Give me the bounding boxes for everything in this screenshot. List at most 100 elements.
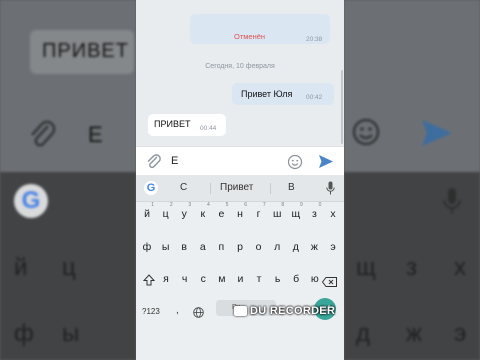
smile-icon[interactable] bbox=[287, 154, 303, 175]
key[interactable]: ь bbox=[269, 273, 287, 285]
key-hint: 9 bbox=[300, 202, 303, 208]
key-hint: 2 bbox=[169, 202, 173, 208]
key[interactable]: ж bbox=[305, 241, 323, 253]
blurred-key: э bbox=[454, 320, 467, 347]
key[interactable]: в bbox=[175, 241, 193, 253]
key-label: ю bbox=[310, 273, 319, 285]
shift-icon[interactable] bbox=[142, 273, 156, 291]
comma-key[interactable]: , bbox=[176, 305, 179, 316]
key[interactable]: у3 bbox=[175, 202, 193, 220]
blurred-incoming-text: ПРИВЕТ bbox=[42, 40, 129, 62]
key[interactable]: щ9 bbox=[287, 202, 305, 220]
key[interactable]: г7 bbox=[250, 202, 268, 220]
blurred-smile-icon bbox=[350, 116, 382, 153]
key[interactable]: д bbox=[287, 241, 305, 253]
key[interactable]: ч bbox=[176, 273, 194, 285]
key[interactable]: л bbox=[268, 241, 286, 253]
chat-scrollbar[interactable] bbox=[341, 70, 343, 144]
suggestion-divider bbox=[270, 183, 271, 194]
key-hint: 3 bbox=[188, 202, 192, 208]
blurred-send-icon bbox=[420, 118, 454, 153]
blurred-google-icon: G bbox=[14, 184, 48, 218]
key-hint: 6 bbox=[244, 202, 247, 208]
key[interactable]: з0 bbox=[305, 202, 323, 220]
key-label: о bbox=[255, 241, 262, 253]
key[interactable]: э bbox=[324, 241, 342, 253]
incoming-message[interactable]: ПРИВЕТ 00:44 bbox=[148, 114, 226, 136]
key-label: п bbox=[218, 241, 225, 253]
suggestion-divider bbox=[210, 183, 211, 194]
key[interactable]: п bbox=[212, 241, 230, 253]
send-icon[interactable] bbox=[318, 154, 334, 174]
symbols-key[interactable]: ?123 bbox=[142, 307, 160, 316]
key[interactable]: х bbox=[324, 208, 342, 220]
key[interactable]: н6 bbox=[231, 202, 249, 220]
keyboard-row-3: ячсмитьбю bbox=[136, 273, 344, 297]
suggestion-item[interactable]: Привет bbox=[220, 182, 253, 193]
backspace-icon[interactable] bbox=[321, 274, 337, 292]
key-label: ы bbox=[161, 241, 170, 253]
key[interactable]: ц2 bbox=[157, 202, 175, 220]
google-icon[interactable]: G bbox=[144, 181, 158, 195]
message-composer: Е bbox=[136, 146, 344, 175]
blurred-field-text: Е bbox=[88, 122, 104, 147]
key[interactable]: я bbox=[157, 273, 175, 285]
chat-history[interactable]: Отменён 20:38 Сегодня, 10 февраля Привет… bbox=[136, 0, 344, 146]
recorder-camera-icon bbox=[234, 306, 247, 316]
globe-icon[interactable] bbox=[193, 305, 204, 323]
key-hint: 8 bbox=[281, 202, 285, 208]
suggestion-bar: G С Привет В bbox=[136, 175, 344, 202]
key[interactable]: т bbox=[250, 273, 268, 285]
blurred-background-right: щ з х д ж э bbox=[344, 0, 480, 360]
key[interactable]: к4 bbox=[194, 202, 212, 220]
key[interactable]: е5 bbox=[212, 202, 230, 220]
blurred-key: з bbox=[406, 254, 418, 281]
key-label: х bbox=[330, 208, 336, 220]
blurred-key: й bbox=[14, 254, 28, 281]
key-label: г bbox=[256, 208, 261, 220]
cancelled-call-bubble[interactable]: Отменён 20:38 bbox=[190, 14, 330, 44]
key-label: щ bbox=[291, 208, 301, 220]
key[interactable]: р bbox=[231, 241, 249, 253]
key-label: р bbox=[237, 241, 243, 253]
blurred-background-left: ПРИВЕТ Е G й ц ф ы bbox=[0, 0, 136, 360]
paperclip-icon[interactable] bbox=[146, 153, 162, 176]
blurred-key: д bbox=[356, 320, 371, 347]
message-input[interactable]: Е bbox=[171, 155, 178, 167]
key-label: ф bbox=[142, 241, 152, 253]
key[interactable]: о bbox=[250, 241, 268, 253]
blurred-key: ж bbox=[406, 320, 423, 347]
key[interactable]: ш8 bbox=[268, 202, 286, 220]
key[interactable]: с bbox=[194, 273, 212, 285]
key[interactable]: и bbox=[231, 273, 249, 285]
keyboard: G С Привет В й1ц2у3к4е5н6г7ш8щ9з0х фывап… bbox=[136, 175, 344, 360]
blurred-chat-area bbox=[0, 0, 136, 172]
suggestion-item[interactable]: С bbox=[180, 182, 187, 193]
screen-recording-frame: ПРИВЕТ Е G й ц ф ы щ з х д ж э Отменён 2… bbox=[0, 0, 480, 360]
key[interactable]: б bbox=[287, 273, 305, 285]
key-label: и bbox=[237, 273, 244, 285]
key-label: ш bbox=[272, 208, 282, 220]
key-hint: 1 bbox=[151, 202, 154, 208]
key-label: м bbox=[218, 273, 226, 285]
cancelled-label: Отменён bbox=[234, 32, 266, 41]
suggestion-item[interactable]: В bbox=[288, 182, 295, 193]
blurred-paperclip-icon bbox=[28, 118, 56, 157]
key[interactable]: м bbox=[213, 273, 231, 285]
key-label: е bbox=[218, 208, 225, 220]
key-label: я bbox=[163, 273, 169, 285]
blurred-key: щ bbox=[356, 254, 376, 281]
key-hint: 7 bbox=[262, 202, 266, 208]
blurred-key: х bbox=[454, 254, 466, 281]
mic-icon[interactable] bbox=[326, 181, 335, 200]
key[interactable]: ф bbox=[138, 241, 156, 253]
key[interactable]: ю bbox=[306, 273, 324, 285]
key[interactable]: а bbox=[194, 241, 212, 253]
message-text: ПРИВЕТ bbox=[154, 119, 191, 129]
key[interactable]: й1 bbox=[138, 202, 156, 220]
outgoing-message[interactable]: Привет Юля 00:42 bbox=[232, 83, 334, 105]
message-time: 00:44 bbox=[200, 125, 217, 132]
key[interactable]: ы bbox=[157, 241, 175, 253]
key-label: б bbox=[293, 273, 300, 285]
key-label: у bbox=[181, 208, 187, 220]
